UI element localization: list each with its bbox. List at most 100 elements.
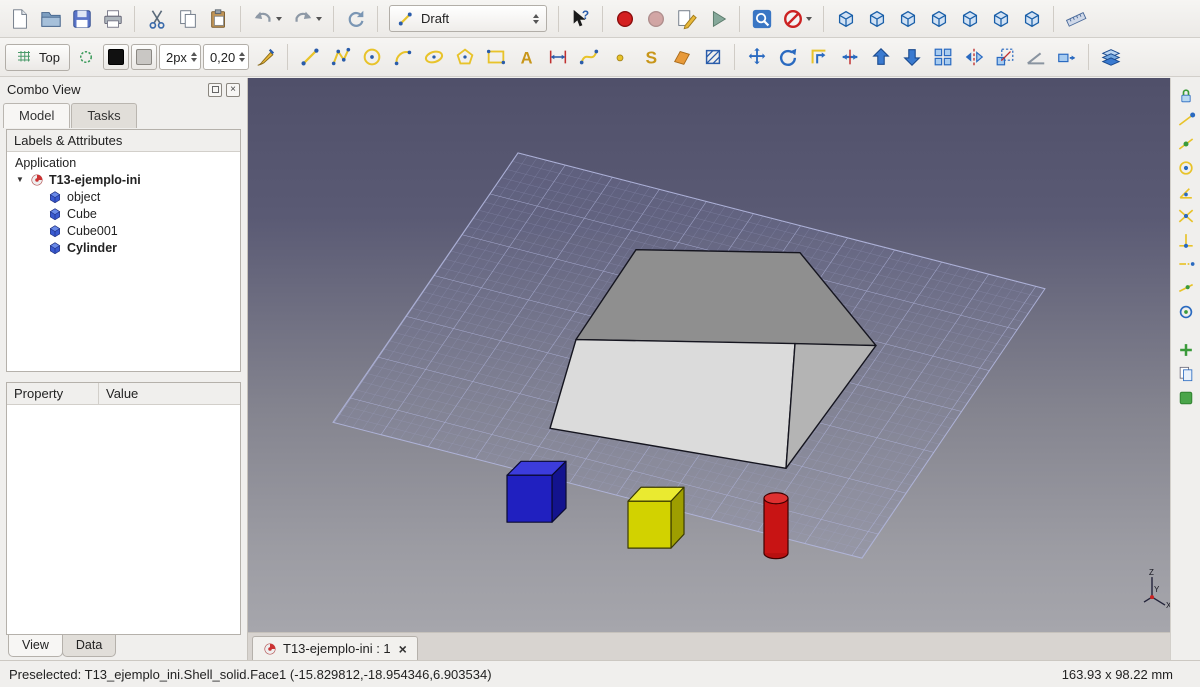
view-right-button[interactable]	[924, 4, 953, 33]
measure-button[interactable]	[1061, 4, 1090, 33]
snap-center-icon[interactable]	[1176, 158, 1196, 178]
line-width-spin-arrows[interactable]	[191, 52, 197, 62]
draft-trimex-button[interactable]	[835, 43, 864, 72]
autogroup-button[interactable]	[72, 43, 101, 72]
document-tab-close-icon[interactable]: ×	[399, 642, 407, 656]
print-button[interactable]	[98, 4, 127, 33]
view-left-button[interactable]	[1017, 4, 1046, 33]
tab-view[interactable]: View	[8, 635, 63, 657]
macro-record-button[interactable]	[610, 4, 639, 33]
view-axonometric-button[interactable]	[831, 4, 860, 33]
undo-dropdown-icon[interactable]	[276, 17, 282, 21]
draft-stretch-button[interactable]	[1052, 43, 1081, 72]
draft-layer-button[interactable]	[1096, 43, 1125, 72]
snap-near-icon[interactable]	[1176, 278, 1196, 298]
draft-ellipse-button[interactable]	[419, 43, 448, 72]
view-top-button[interactable]	[893, 4, 922, 33]
fit-all-button[interactable]	[747, 4, 776, 33]
view-bottom-button[interactable]	[986, 4, 1015, 33]
copy-button[interactable]	[173, 4, 202, 33]
open-document-button[interactable]	[36, 4, 65, 33]
apply-style-button[interactable]	[251, 43, 280, 72]
tab-model[interactable]: Model	[3, 103, 70, 128]
view-rear-button[interactable]	[955, 4, 984, 33]
snap-extension-icon[interactable]	[1176, 254, 1196, 274]
snap-midpoint-icon[interactable]	[1176, 134, 1196, 154]
cut-button[interactable]	[142, 4, 171, 33]
draft-facebinder-button[interactable]	[667, 43, 696, 72]
draft-offset-button[interactable]	[804, 43, 833, 72]
tree-item-cylinder[interactable]: Cylinder	[7, 239, 240, 256]
tab-tasks[interactable]: Tasks	[71, 103, 136, 128]
draft-downgrade-button[interactable]	[897, 43, 926, 72]
draw-style-button[interactable]	[778, 4, 816, 33]
dock-close-button[interactable]: ×	[226, 83, 240, 97]
macro-execute-button[interactable]	[703, 4, 732, 33]
redo-button[interactable]	[288, 4, 326, 33]
model-tree[interactable]: Application ▼ T13-ejemplo-ini object Cub…	[7, 152, 240, 371]
draft-mirror-button[interactable]	[959, 43, 988, 72]
snap-dimensions-icon[interactable]	[1176, 388, 1196, 408]
draft-upgrade-button[interactable]	[866, 43, 895, 72]
cube-shape[interactable]	[507, 461, 566, 522]
draft-array-button[interactable]	[928, 43, 957, 72]
draft-arc-button[interactable]	[388, 43, 417, 72]
whats-this-button[interactable]	[566, 4, 595, 33]
draft-rectangle-button[interactable]	[481, 43, 510, 72]
snap-working-plane-icon[interactable]	[1176, 364, 1196, 384]
cylinder-shape[interactable]	[764, 493, 788, 559]
line-width-spinbox[interactable]: 2px	[159, 44, 201, 70]
draft-polyline-button[interactable]	[326, 43, 355, 72]
snap-lock-icon[interactable]	[1176, 86, 1196, 106]
tree-item-document[interactable]: ▼ T13-ejemplo-ini	[7, 171, 240, 188]
expand-arrow-icon[interactable]: ▼	[15, 175, 25, 184]
text-scale-spinbox[interactable]: 0,20	[203, 44, 249, 70]
tree-item-object[interactable]: object	[7, 188, 240, 205]
draft-rotate-button[interactable]	[773, 43, 802, 72]
tree-item-cube001[interactable]: Cube001	[7, 222, 240, 239]
snap-perpendicular-icon[interactable]	[1176, 230, 1196, 250]
left-view-cube-icon	[1021, 8, 1043, 30]
document-tab[interactable]: T13-ejemplo-ini : 1 ×	[252, 636, 418, 660]
draft-hatch-button[interactable]	[698, 43, 727, 72]
redo-dropdown-icon[interactable]	[316, 17, 322, 21]
working-plane-button[interactable]: Top	[5, 44, 70, 71]
3d-viewport[interactable]: Z Y X	[248, 78, 1170, 632]
refresh-button[interactable]	[341, 4, 370, 33]
tab-data[interactable]: Data	[62, 635, 116, 657]
cube001-shape[interactable]	[628, 487, 684, 548]
workbench-selector[interactable]: Draft	[389, 5, 547, 32]
dock-float-button[interactable]	[208, 83, 222, 97]
tree-root-application[interactable]: Application	[7, 154, 240, 171]
face-color-button[interactable]	[131, 44, 157, 70]
draw-style-dropdown-icon[interactable]	[806, 17, 812, 21]
draft-polygon-button[interactable]	[450, 43, 479, 72]
draft-move-button[interactable]	[742, 43, 771, 72]
draft-text-button[interactable]	[512, 43, 541, 72]
line-color-button[interactable]	[103, 44, 129, 70]
draft-dimension-button[interactable]	[543, 43, 572, 72]
draft-scale-button[interactable]	[990, 43, 1019, 72]
combo-view-titlebar[interactable]: Combo View ×	[0, 78, 247, 101]
new-document-button[interactable]	[5, 4, 34, 33]
macro-edit-button[interactable]	[672, 4, 701, 33]
save-button[interactable]	[67, 4, 96, 33]
macro-stop-button[interactable]	[641, 4, 670, 33]
tree-item-cube[interactable]: Cube	[7, 205, 240, 222]
undo-button[interactable]	[248, 4, 286, 33]
property-editor-body[interactable]	[7, 405, 240, 634]
view-front-button[interactable]	[862, 4, 891, 33]
snap-intersection-icon[interactable]	[1176, 206, 1196, 226]
draft-line-button[interactable]	[295, 43, 324, 72]
snap-special-icon[interactable]	[1176, 302, 1196, 322]
snap-endpoint-icon[interactable]	[1176, 110, 1196, 130]
draft-point-button[interactable]	[605, 43, 634, 72]
draft-shapestring-button[interactable]	[636, 43, 665, 72]
draft-bspline-button[interactable]	[574, 43, 603, 72]
text-scale-spin-arrows[interactable]	[239, 52, 245, 62]
draft-circle-button[interactable]	[357, 43, 386, 72]
paste-button[interactable]	[204, 4, 233, 33]
snap-angle-icon[interactable]	[1176, 182, 1196, 202]
draft-slope-button[interactable]	[1021, 43, 1050, 72]
snap-grid-toggle-icon[interactable]	[1176, 340, 1196, 360]
